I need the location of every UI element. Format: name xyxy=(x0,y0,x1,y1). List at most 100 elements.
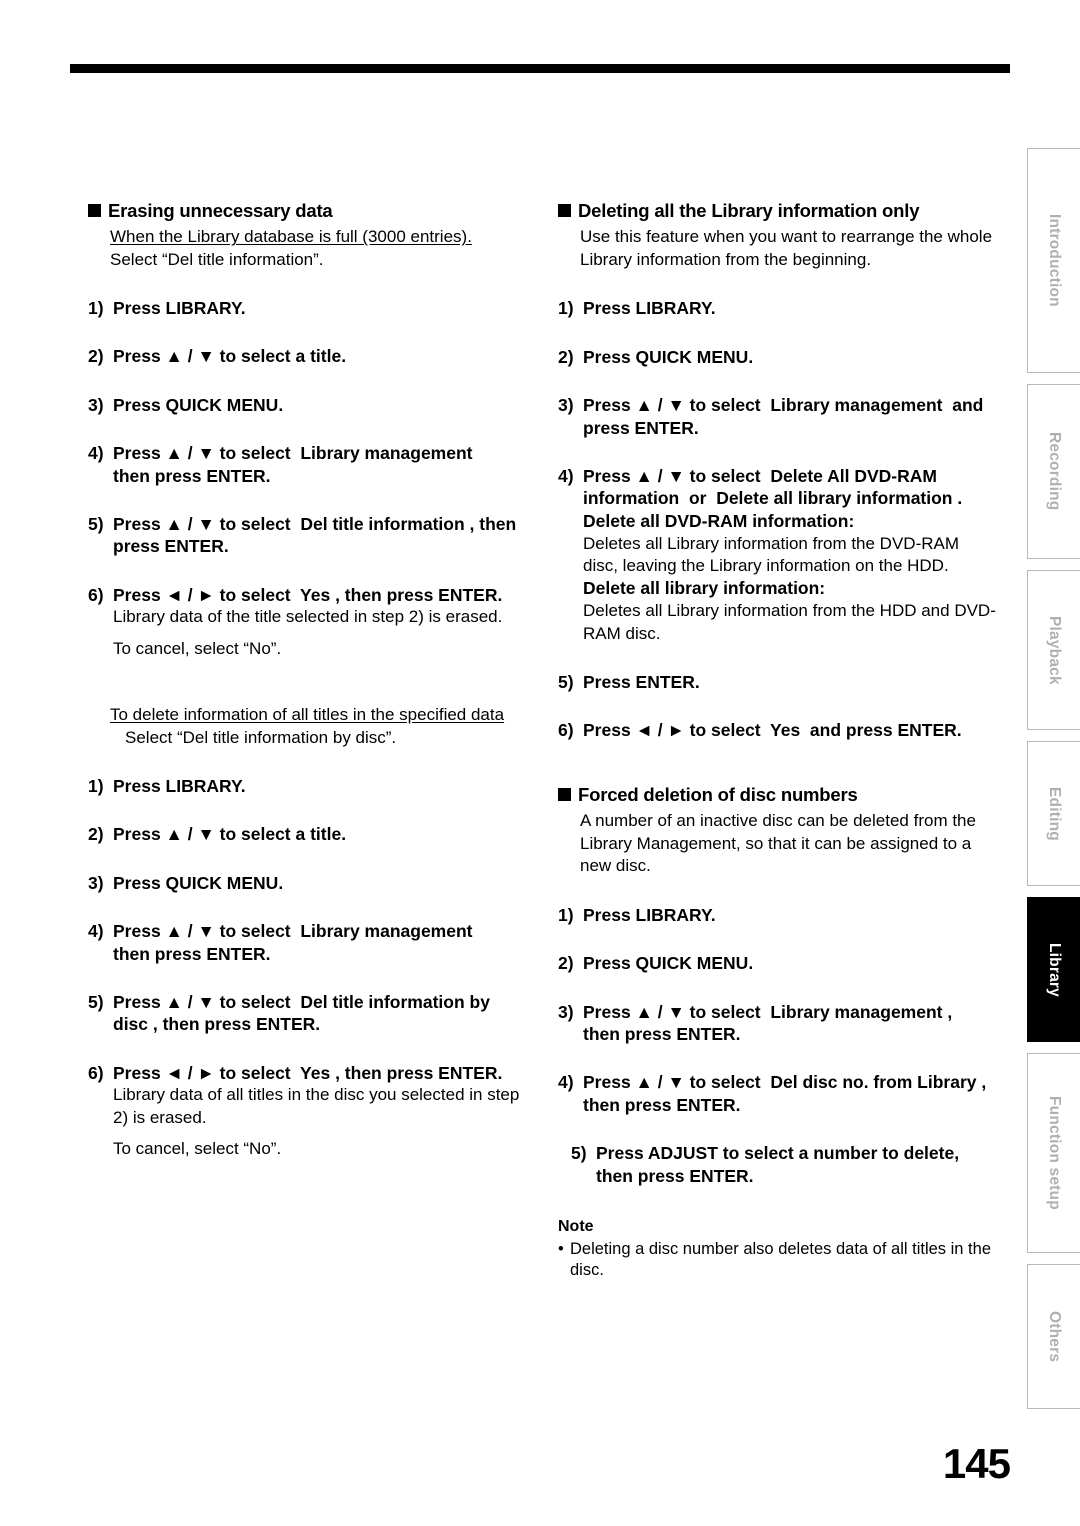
step-line: Press ▲ / ▼ to select Delete All DVD-RAM xyxy=(583,465,937,486)
page-number: 145 xyxy=(942,1440,1011,1487)
section-tab-others[interactable]: Others xyxy=(1027,1264,1080,1409)
step-text: Press QUICK MENU. xyxy=(113,394,284,415)
section-tab-label: Function setup xyxy=(1046,1096,1063,1210)
step-item: 4) Press ▲ / ▼ to select Library managem… xyxy=(88,920,528,965)
step-number: 2) xyxy=(88,824,104,845)
option-label-delete-all-library: Delete all library information: xyxy=(583,578,826,599)
section-tab-label: Editing xyxy=(1046,786,1063,841)
step-line: then press ENTER. xyxy=(583,1094,741,1115)
step-item: 2) Press ▲ / ▼ to select a title. xyxy=(88,823,528,845)
sub-heading-note-select-del-title: Select “Del title information”. xyxy=(110,249,324,269)
step-text: Press ▲ / ▼ to select Del disc no. from … xyxy=(583,1071,998,1116)
steps-list-forced-deletion: 1) Press LIBRARY. 2) Press QUICK MENU. 3… xyxy=(558,904,998,1187)
step-text: Press ▲ / ▼ to select Library management… xyxy=(583,1001,998,1046)
section-tab-playback[interactable]: Playback xyxy=(1027,570,1080,730)
step-text: Press QUICK MENU. xyxy=(113,872,284,893)
step-text: Press ADJUST to select a number to delet… xyxy=(596,1142,998,1187)
step-line: then press ENTER. xyxy=(113,465,271,486)
step-item: 2) Press QUICK MENU. xyxy=(558,346,998,368)
step-line: Press ▲ / ▼ to select Library management… xyxy=(583,1001,953,1022)
step-text: Press ◄ / ► to select Yes and press ENTE… xyxy=(583,720,962,741)
step-item: 5) Press ▲ / ▼ to select Del title infor… xyxy=(88,991,528,1036)
step-number: 1) xyxy=(88,298,104,319)
step-line: press ENTER. xyxy=(583,417,699,438)
square-bullet-icon xyxy=(558,204,571,217)
section-tab-introduction[interactable]: Introduction xyxy=(1027,148,1080,373)
step-line: information or Delete all library inform… xyxy=(583,488,963,509)
step-item: 1) Press LIBRARY. xyxy=(558,297,998,319)
step-item: 3) Press ▲ / ▼ to select Library managem… xyxy=(558,1001,998,1046)
step-line: Press ◄ / ► to select Yes , then press E… xyxy=(113,584,503,605)
section-heading-deleting-all-library-information: Deleting all the Library information onl… xyxy=(558,200,998,222)
step-number: 2) xyxy=(88,346,104,367)
step-number: 2) xyxy=(558,953,574,974)
step-item: 4) Press ▲ / ▼ to select Del disc no. fr… xyxy=(558,1071,998,1116)
step-number: 4) xyxy=(88,921,104,942)
section-intro-paragraph: Use this feature when you want to rearra… xyxy=(580,227,993,269)
option-description-delete-all-dvd-ram: Deletes all Library information from the… xyxy=(583,533,960,575)
step-line: disc , then press ENTER. xyxy=(113,1014,321,1035)
section-heading-label: Erasing unnecessary data xyxy=(108,200,333,221)
section-tab-recording[interactable]: Recording xyxy=(1027,384,1080,559)
step-description: Library data of all titles in the disc y… xyxy=(113,1085,520,1127)
right-column: Deleting all the Library information onl… xyxy=(558,200,998,1282)
section-tabs: Introduction Recording Playback Editing … xyxy=(1027,148,1080,1420)
sub-heading-delete-all-titles-specified-data: To delete information of all titles in t… xyxy=(110,705,505,725)
step-text: Press ▲ / ▼ to select Library management… xyxy=(113,920,528,965)
step-item: 3) Press QUICK MENU. xyxy=(88,394,528,416)
step-line: Press ◄ / ► to select Yes , then press E… xyxy=(113,1062,503,1083)
note-title: Note xyxy=(558,1217,594,1235)
step-item: 1) Press LIBRARY. xyxy=(88,297,528,319)
step-item: 5) Press ENTER. xyxy=(558,671,998,693)
option-description-delete-all-library: Deletes all Library information from the… xyxy=(583,601,996,643)
section-tab-editing[interactable]: Editing xyxy=(1027,741,1080,886)
option-label-delete-all-dvd-ram: Delete all DVD-RAM information: xyxy=(583,510,855,531)
section-tab-label: Others xyxy=(1046,1310,1063,1363)
step-text: Press LIBRARY. xyxy=(113,775,246,796)
step-cancel-note: To cancel, select “No”. xyxy=(113,1138,282,1158)
steps-list-delete-by-disc: 1) Press LIBRARY. 2) Press ▲ / ▼ to sele… xyxy=(88,775,528,1160)
step-item: 6) Press ◄ / ► to select Yes and press E… xyxy=(558,719,998,741)
step-number: 4) xyxy=(88,443,104,464)
step-text: Press ◄ / ► to select Yes , then press E… xyxy=(113,1062,528,1161)
note-block: Note • Deleting a disc number also delet… xyxy=(558,1217,998,1282)
step-item: 6) Press ◄ / ► to select Yes , then pres… xyxy=(88,584,528,660)
section-tab-library[interactable]: Library xyxy=(1027,897,1080,1042)
section-heading-erasing-unnecessary-data: Erasing unnecessary data xyxy=(88,200,528,222)
step-line: press ENTER. xyxy=(113,536,229,557)
step-number: 4) xyxy=(558,1072,574,1093)
step-text: Press ▲ / ▼ to select a title. xyxy=(113,824,347,845)
step-number: 6) xyxy=(558,720,574,741)
step-description: Library data of the title selected in st… xyxy=(113,607,503,627)
step-text: Press ▲ / ▼ to select Del title informat… xyxy=(113,513,528,558)
square-bullet-icon xyxy=(558,787,571,801)
step-text: Press LIBRARY. xyxy=(583,298,716,319)
step-number: 6) xyxy=(88,1062,104,1083)
steps-list-erasing-unnecessary-data: 1) Press LIBRARY. 2) Press ▲ / ▼ to sele… xyxy=(88,297,528,660)
step-line: Press ▲ / ▼ to select Library management xyxy=(113,921,473,942)
section-tab-label: Playback xyxy=(1046,615,1063,685)
section-tab-function-setup[interactable]: Function setup xyxy=(1027,1053,1080,1253)
section-tab-label: Introduction xyxy=(1046,214,1063,307)
step-item: 6) Press ◄ / ► to select Yes , then pres… xyxy=(88,1062,528,1161)
bullet-dot-icon: • xyxy=(558,1239,564,1258)
step-line: then press ENTER. xyxy=(583,1023,741,1044)
step-line: then press ENTER. xyxy=(113,943,271,964)
step-item: 5) Press ▲ / ▼ to select Del title infor… xyxy=(88,513,528,558)
step-number: 6) xyxy=(88,584,104,605)
step-text: Press QUICK MENU. xyxy=(583,346,754,367)
step-item: 2) Press ▲ / ▼ to select a title. xyxy=(88,345,528,367)
step-text: Press ▲ / ▼ to select Library management… xyxy=(583,394,998,439)
step-item: 3) Press QUICK MENU. xyxy=(88,872,528,894)
note-list-item: • Deleting a disc number also deletes da… xyxy=(558,1239,998,1282)
step-number: 4) xyxy=(558,465,574,486)
step-line: Press ▲ / ▼ to select Del disc no. from … xyxy=(583,1072,987,1093)
step-text: Press ▲ / ▼ to select Library management… xyxy=(113,442,528,487)
step-number: 1) xyxy=(558,298,574,319)
step-number: 3) xyxy=(88,394,104,415)
section-heading-label: Deleting all the Library information onl… xyxy=(578,200,920,221)
square-bullet-icon xyxy=(88,204,101,217)
step-item: 1) Press LIBRARY. xyxy=(558,904,998,926)
step-text: Press LIBRARY. xyxy=(113,298,246,319)
step-number: 5) xyxy=(558,672,574,692)
